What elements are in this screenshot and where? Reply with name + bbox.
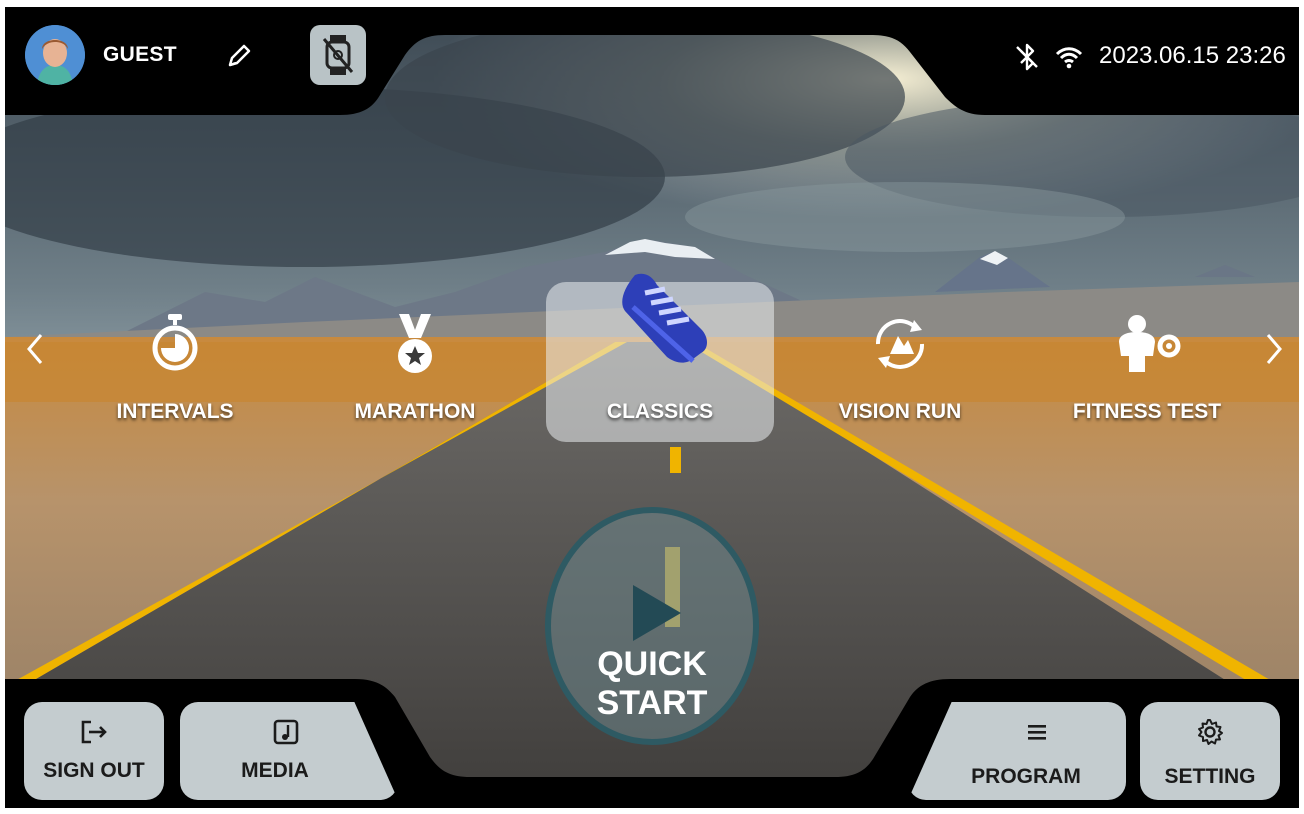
bluetooth-off-icon bbox=[1016, 43, 1038, 71]
gear-icon bbox=[1198, 719, 1223, 745]
program-vision-run[interactable]: VISION RUN bbox=[825, 312, 975, 432]
stopwatch-icon bbox=[152, 314, 198, 371]
program-marathon[interactable]: MARATHON bbox=[345, 312, 485, 432]
scenic-route-icon bbox=[875, 319, 925, 369]
watch-off-icon bbox=[322, 35, 354, 75]
running-shoe-icon bbox=[622, 273, 707, 363]
quick-start-button[interactable]: QUICK START bbox=[545, 507, 759, 745]
music-note-icon bbox=[273, 719, 299, 745]
wifi-icon bbox=[1055, 47, 1083, 69]
program-fitness-test[interactable]: FITNESS TEST bbox=[1067, 312, 1227, 432]
medal-icon bbox=[398, 314, 432, 373]
program-label: VISION RUN bbox=[838, 400, 962, 423]
sign-out-icon bbox=[81, 720, 107, 744]
program-label: MARATHON bbox=[354, 400, 476, 423]
program-intervals[interactable]: INTERVALS bbox=[105, 312, 245, 432]
treadmill-screen: GUEST 2023.06.15 23:26 INTERVALS MARATHO… bbox=[5, 7, 1299, 808]
program-label: FITNESS TEST bbox=[1072, 400, 1222, 423]
program-label-footer: PROGRAM bbox=[971, 765, 1081, 788]
setting-button[interactable]: SETTING bbox=[1140, 702, 1280, 800]
setting-label: SETTING bbox=[1164, 765, 1256, 788]
play-icon bbox=[633, 585, 681, 641]
program-label: CLASSICS bbox=[606, 400, 714, 423]
sign-out-button[interactable]: SIGN OUT bbox=[24, 702, 164, 800]
sign-out-label: SIGN OUT bbox=[43, 759, 145, 782]
program-classics[interactable]: CLASSICS bbox=[570, 267, 750, 437]
user-name: GUEST bbox=[103, 43, 177, 66]
menu-list-icon bbox=[1028, 725, 1046, 740]
edit-pencil-icon[interactable] bbox=[225, 42, 253, 70]
watch-disconnected-button[interactable] bbox=[310, 25, 366, 85]
carousel-next-arrow-icon[interactable] bbox=[1258, 327, 1288, 371]
media-label: MEDIA bbox=[241, 759, 309, 782]
avatar[interactable] bbox=[25, 25, 85, 85]
datetime: 2023.06.15 23:26 bbox=[1099, 42, 1286, 69]
muscle-gear-icon bbox=[1119, 315, 1181, 372]
quick-start-label: QUICK START bbox=[551, 645, 753, 723]
quick-start-line2: START bbox=[596, 684, 708, 722]
carousel-prev-arrow-icon[interactable] bbox=[21, 327, 51, 371]
quick-start-line1: QUICK bbox=[597, 645, 707, 683]
program-label: INTERVALS bbox=[116, 400, 234, 423]
avatar-icon bbox=[25, 25, 85, 85]
